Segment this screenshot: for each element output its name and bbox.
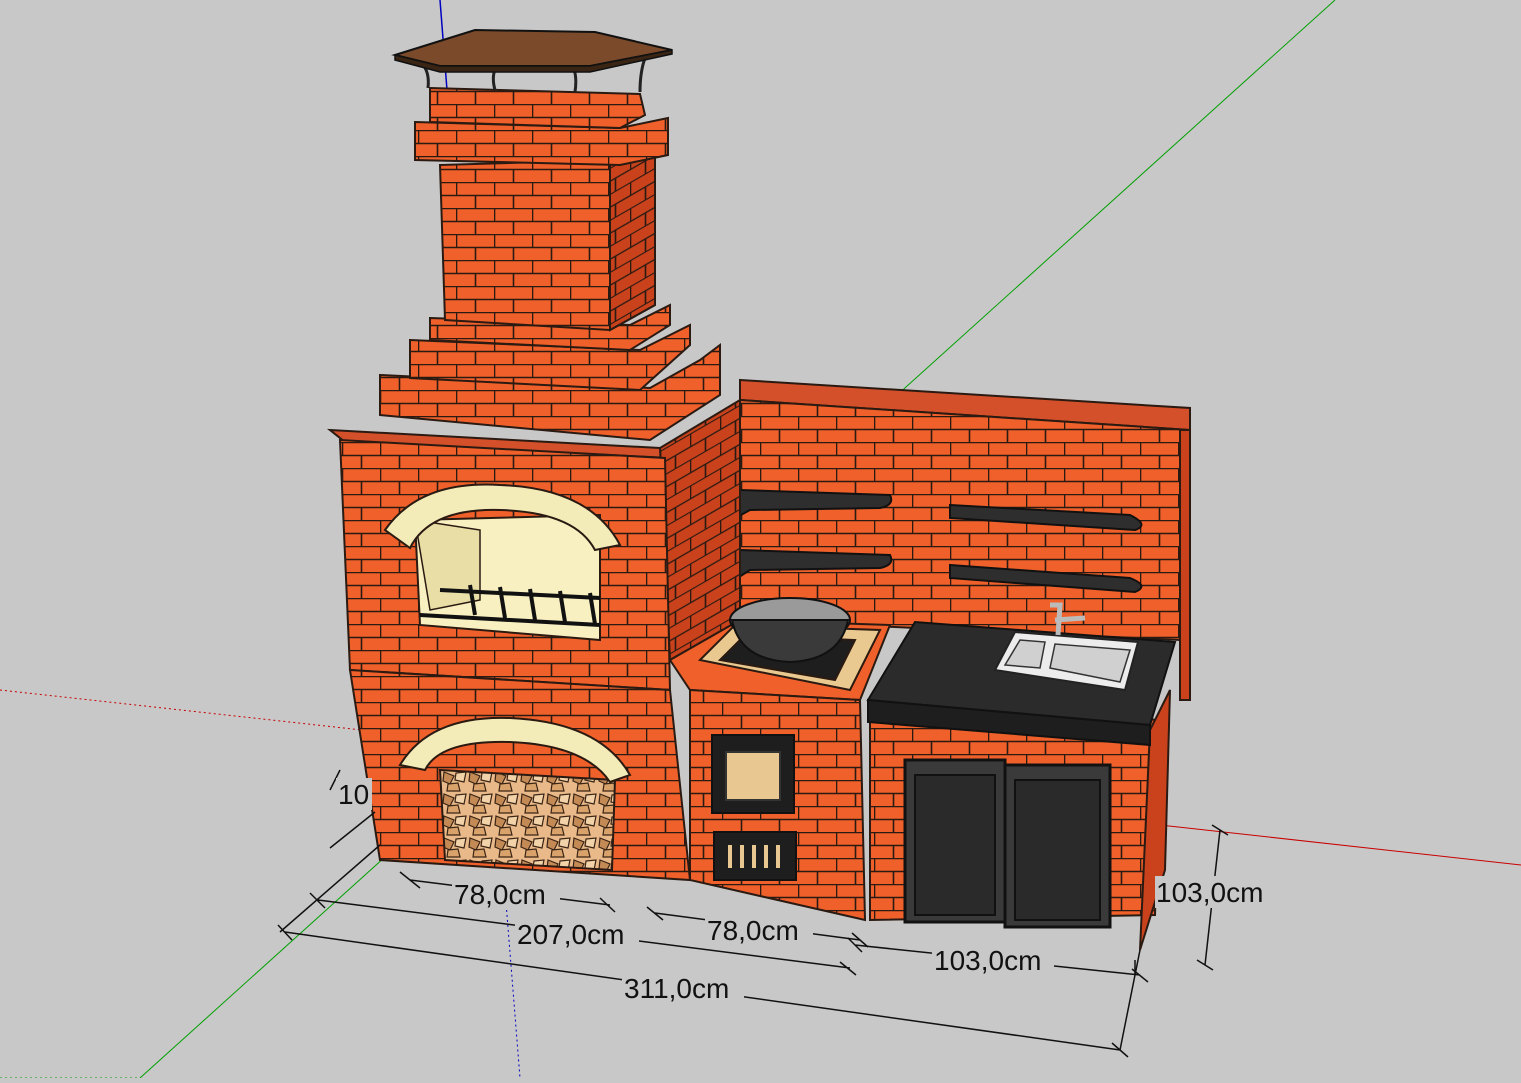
dim-left-stub[interactable]: 10 bbox=[338, 779, 369, 810]
dim-sink-width[interactable]: 103,0cm bbox=[934, 945, 1041, 976]
dim-total[interactable]: 311,0cm bbox=[624, 973, 729, 1004]
model-scene[interactable]: 10 78,0cm 207,0cm 78,0cm 103,0cm 311,0cm… bbox=[0, 0, 1521, 1079]
bbq-grill-opening[interactable] bbox=[383, 483, 622, 642]
ash-pit-door[interactable] bbox=[713, 831, 797, 881]
red-axis-dotted bbox=[0, 689, 381, 733]
dim-grill-width[interactable]: 78,0cm bbox=[454, 879, 546, 910]
cabinet-doors[interactable] bbox=[903, 758, 1112, 929]
dim-stove-width[interactable]: 78,0cm bbox=[707, 915, 799, 946]
red-axis bbox=[1159, 824, 1521, 866]
chimney-cap[interactable] bbox=[391, 28, 673, 93]
sink-cabinet[interactable] bbox=[866, 602, 1177, 951]
sketchup-viewport[interactable]: 10 78,0cm 207,0cm 78,0cm 103,0cm 311,0cm… bbox=[0, 0, 1521, 1079]
chimney[interactable] bbox=[414, 86, 669, 332]
stove-section[interactable] bbox=[668, 597, 892, 922]
dim-depth[interactable]: 103,0cm bbox=[1156, 877, 1263, 908]
stove-door[interactable] bbox=[711, 734, 795, 814]
dim-left-total[interactable]: 207,0cm bbox=[517, 919, 624, 950]
